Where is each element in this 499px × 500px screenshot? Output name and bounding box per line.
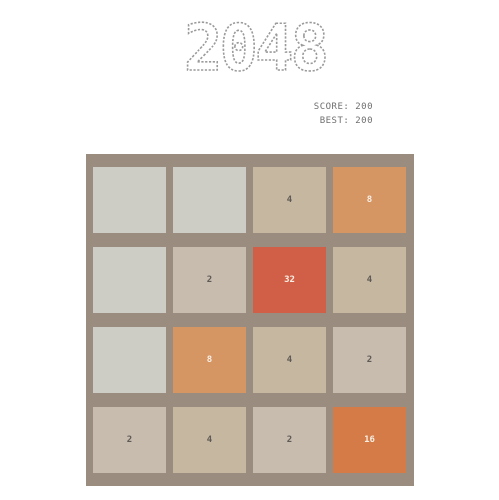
game-title-logo: 2048 bbox=[183, 14, 330, 76]
tile-8: 8 bbox=[173, 327, 246, 393]
score-display: SCORE: 200 bbox=[314, 102, 373, 112]
game-title: 2048 bbox=[184, 14, 326, 76]
empty-cell bbox=[93, 247, 166, 313]
tile-8: 8 bbox=[333, 167, 406, 233]
best-label: BEST: bbox=[319, 116, 350, 126]
tile-2: 2 bbox=[173, 247, 246, 313]
score-label: SCORE: bbox=[313, 102, 350, 112]
tile-4: 4 bbox=[253, 327, 326, 393]
tile-4: 4 bbox=[173, 407, 246, 473]
score-value: 200 bbox=[355, 102, 373, 112]
tile-2: 2 bbox=[253, 407, 326, 473]
tile-16: 16 bbox=[333, 407, 406, 473]
empty-cell bbox=[93, 327, 166, 393]
tile-4: 4 bbox=[333, 247, 406, 313]
tile-2: 2 bbox=[333, 327, 406, 393]
tile-4: 4 bbox=[253, 167, 326, 233]
empty-cell bbox=[173, 167, 246, 233]
tile-32: 32 bbox=[253, 247, 326, 313]
best-value: 200 bbox=[355, 116, 373, 126]
game-board[interactable]: 4 8 2 32 4 8 4 2 2 4 2 16 bbox=[86, 154, 414, 486]
empty-cell bbox=[93, 167, 166, 233]
best-score-display: BEST: 200 bbox=[320, 116, 373, 126]
tile-2: 2 bbox=[93, 407, 166, 473]
